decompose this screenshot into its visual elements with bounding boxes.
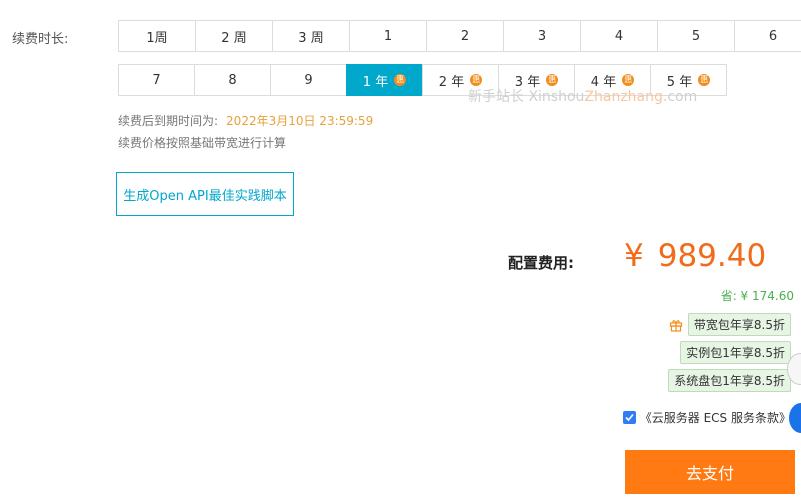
duration-option[interactable]: 8 xyxy=(194,64,271,96)
promo-tag: 系统盘包1年享8.5折 xyxy=(668,369,791,392)
duration-option[interactable]: 1 年惠 xyxy=(346,64,423,96)
duration-option-label: 4 xyxy=(614,28,624,44)
side-help-button[interactable] xyxy=(789,403,801,433)
expire-value: 2022年3月10日 23:59:59 xyxy=(226,114,374,128)
duration-option[interactable]: 4 xyxy=(580,20,658,52)
duration-option-label: 2 年 xyxy=(438,74,465,90)
duration-row-1: 1周 2 周 3 周 1 2 3 4 5 6 xyxy=(118,20,801,52)
expire-info: 续费后到期时间为: 2022年3月10日 23:59:59 xyxy=(118,112,373,129)
duration-option[interactable]: 3 xyxy=(503,20,581,52)
duration-option-label: 8 xyxy=(228,72,237,88)
duration-option[interactable]: 1 xyxy=(349,20,427,52)
duration-option-label: 1周 xyxy=(146,30,168,46)
currency-symbol: ¥ xyxy=(624,238,644,274)
duration-option-label: 9 xyxy=(304,72,313,88)
duration-option[interactable]: 1周 xyxy=(118,20,196,52)
discount-badge-icon: 惠 xyxy=(622,74,635,86)
promo-item: 系统盘包1年享8.5折 xyxy=(668,369,791,392)
duration-option[interactable]: 6 xyxy=(734,20,801,52)
pay-button[interactable]: 去支付 xyxy=(625,450,795,494)
duration-option[interactable]: 9 xyxy=(270,64,347,96)
duration-option-label: 1 xyxy=(383,28,393,44)
duration-label: 续费时长: xyxy=(12,32,69,47)
terms-checkbox[interactable] xyxy=(622,411,636,424)
discount-badge-icon: 惠 xyxy=(698,74,711,86)
cost-amount: 989.40 xyxy=(657,238,767,274)
discount-badge-icon: 惠 xyxy=(394,74,407,86)
duration-option-label: 5 xyxy=(691,28,701,44)
duration-option-label: 3 周 xyxy=(298,30,324,46)
duration-option[interactable]: 2 xyxy=(426,20,504,52)
duration-option[interactable]: 5 xyxy=(657,20,735,52)
discount-badge-icon: 惠 xyxy=(470,74,483,86)
duration-option-label: 3 xyxy=(537,28,547,44)
promo-tag: 实例包1年享8.5折 xyxy=(680,341,791,364)
gift-icon xyxy=(669,319,683,332)
duration-option-label: 2 xyxy=(460,28,470,44)
promo-list: 带宽包年享8.5折 实例包1年享8.5折 系统盘包1年享8.5折 xyxy=(668,313,791,392)
promo-item: 实例包1年享8.5折 xyxy=(680,341,791,364)
cost-label: 配置费用: xyxy=(508,254,574,272)
terms-agreement: 《云服务器 ECS 服务条款》 xyxy=(622,409,791,426)
duration-option-label: 2 周 xyxy=(221,30,247,46)
expire-label: 续费后到期时间为: xyxy=(118,114,219,128)
cost-value: ¥989.40 xyxy=(624,238,766,274)
open-api-script-button[interactable]: 生成Open API最佳实践脚本 xyxy=(116,172,294,216)
check-icon xyxy=(625,413,634,422)
duration-option-label: 1 年 xyxy=(362,74,389,90)
duration-option[interactable]: 2 周 xyxy=(195,20,273,52)
promo-tag: 带宽包年享8.5折 xyxy=(687,313,791,336)
promo-item: 带宽包年享8.5折 xyxy=(669,313,791,336)
saving-amount: 省: ¥ 174.60 xyxy=(720,289,794,303)
duration-option[interactable]: 7 xyxy=(118,64,195,96)
duration-option-label: 7 xyxy=(152,72,161,88)
watermark: 新手站长 XinshouZhanzhang.com xyxy=(468,89,698,105)
pricing-note: 续费价格按照基础带宽进行计算 xyxy=(118,136,287,150)
duration-option-label: 6 xyxy=(768,28,778,44)
duration-option[interactable]: 3 周 xyxy=(272,20,350,52)
terms-link[interactable]: 《云服务器 ECS 服务条款》 xyxy=(640,409,791,426)
discount-badge-icon: 惠 xyxy=(546,74,559,86)
